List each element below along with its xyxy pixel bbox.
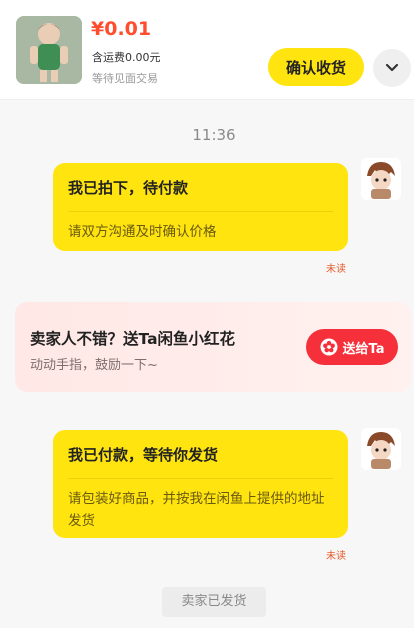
read-status: 未读 [326,551,346,562]
card-body: 请双方沟通及时确认价格 [68,224,217,240]
avatar[interactable] [361,428,401,470]
order-status-card[interactable]: 我已付款，等待你发货 请包装好商品，并按我在闲鱼上提供的地址发货 [53,430,348,538]
promo-card: 卖家人不错？送Ta闲鱼小红花 动动手指，鼓励一下~ 送给Ta [15,302,411,392]
flower-icon [320,338,338,356]
card-body: 请包装好商品，并按我在闲鱼上提供的地址发货 [68,491,325,529]
send-flower-label: 送给Ta [342,341,385,357]
chat-timestamp: 11:36 [192,126,236,144]
order-status-card[interactable]: 我已拍下，待付款 请双方沟通及时确认价格 [53,163,348,251]
product-thumbnail[interactable] [16,16,82,84]
more-options-button[interactable] [373,49,411,87]
read-status: 未读 [326,264,346,275]
chevron-down-icon [385,63,399,72]
card-title: 我已付款，等待你发货 [68,444,333,479]
card-title: 我已拍下，待付款 [68,177,333,212]
promo-title: 卖家人不错？送Ta闲鱼小红花 [30,330,236,348]
confirm-receipt-button[interactable]: 确认收货 [268,48,364,86]
promo-subtitle: 动动手指，鼓励一下~ [30,358,158,373]
shipping-fee: 含运费0.00元 [92,51,161,64]
product-price: ¥0.01 [91,18,152,40]
send-flower-button[interactable]: 送给Ta [306,329,398,365]
system-notice: 卖家已发货 [162,587,266,617]
order-header: ¥0.01 含运费0.00元 等待见面交易 确认收货 [0,0,414,100]
avatar[interactable] [361,158,401,200]
trade-mode: 等待见面交易 [92,72,158,85]
